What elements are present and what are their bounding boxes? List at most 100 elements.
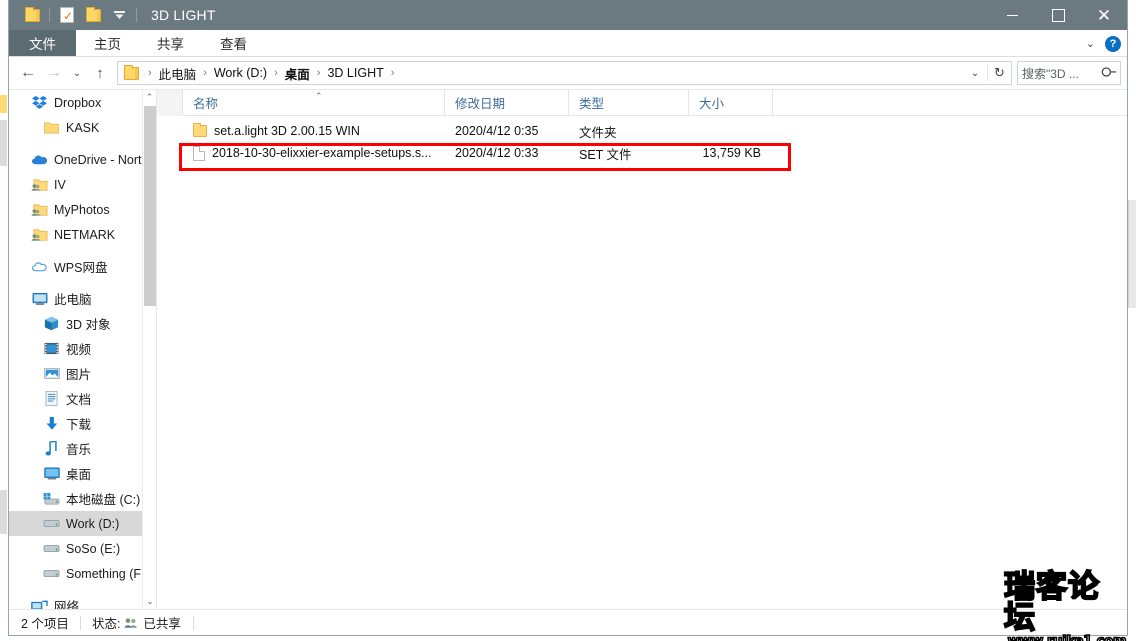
refresh-icon[interactable]: ↻ (987, 65, 1011, 81)
3d-objects-icon (43, 315, 60, 332)
sidebar-group-gap (9, 279, 156, 286)
sidebar-item-kask[interactable]: KASK (9, 115, 156, 140)
sidebar-item-local-disk-c[interactable]: 本地磁盘 (C:) (9, 486, 156, 511)
column-header-name[interactable]: 名称 ⌃ (183, 90, 445, 116)
screenshot-root: ✓ 3D LIGHT ✕ 文件 主页 共享 查看 ⌄ ? (0, 0, 1136, 641)
breadcrumb-desktop[interactable]: 桌面 (283, 64, 312, 83)
file-list-pane[interactable]: 名称 ⌃ 修改日期 类型 大小 (157, 90, 1127, 609)
folder-icon[interactable] (19, 2, 45, 28)
sidebar-item-videos[interactable]: 视频 (9, 336, 156, 361)
background-window-fragment-3 (0, 95, 7, 113)
address-bar[interactable]: › 此电脑 › Work (D:) › 桌面 › 3D LIGHT › ⌄ ↻ (117, 61, 1012, 85)
sidebar-item-onedrive[interactable]: OneDrive - Nort (9, 147, 156, 172)
sort-ascending-icon: ⌃ (315, 91, 323, 102)
music-icon (43, 440, 60, 457)
customize-qat-caret-icon[interactable] (106, 2, 132, 28)
sidebar-item-desktop[interactable]: 桌面 (9, 461, 156, 486)
up-button[interactable]: ↑ (87, 60, 113, 86)
sidebar-item-label: 音乐 (66, 439, 91, 458)
sidebar-item-iv[interactable]: IV (9, 172, 156, 197)
wps-cloud-icon (31, 258, 48, 275)
tab-file[interactable]: 文件 (9, 30, 76, 56)
new-folder-icon[interactable] (80, 2, 106, 28)
qat-divider (49, 8, 50, 22)
sidebar-item-this-pc[interactable]: 此电脑 (9, 286, 156, 311)
column-header-label: 大小 (699, 93, 724, 112)
sidebar-item-downloads[interactable]: 下载 (9, 411, 156, 436)
shared-folder-icon (31, 226, 48, 243)
sidebar-item-netmark[interactable]: NETMARK (9, 222, 156, 247)
sidebar-item-label: KASK (66, 121, 99, 135)
sidebar-item-dropbox[interactable]: Dropbox (9, 90, 156, 115)
maximize-button[interactable] (1035, 0, 1081, 30)
breadcrumb-separator: › (386, 67, 400, 79)
sidebar-item-music[interactable]: 音乐 (9, 436, 156, 461)
file-type-cell: 文件夹 (569, 120, 689, 142)
file-date-cell: 2020/4/12 0:33 (445, 142, 569, 164)
status-label: 状态: (92, 613, 120, 632)
quick-access-toolbar: ✓ (9, 2, 141, 28)
folder-icon-breadcrumb (124, 67, 139, 80)
folder-icon (193, 125, 207, 137)
breadcrumb-3d-light[interactable]: 3D LIGHT (325, 66, 385, 80)
help-icon[interactable]: ? (1105, 36, 1121, 52)
sidebar-item-3d-objects[interactable]: 3D 对象 (9, 311, 156, 336)
viewer-scrollbar[interactable] (1128, 0, 1136, 641)
sidebar-item-label: 图片 (66, 364, 91, 383)
address-bar-right-controls: ⌄ ↻ (963, 62, 1011, 84)
column-header-size[interactable]: 大小 (689, 90, 773, 116)
watermark-chinese-text: 瑞客论坛 (1004, 572, 1130, 634)
videos-icon (43, 340, 60, 357)
title-bar: ✓ 3D LIGHT ✕ (9, 0, 1127, 30)
back-button[interactable]: ← (15, 60, 41, 86)
sidebar-item-label: Something (F:) (66, 567, 149, 581)
file-explorer-window: ✓ 3D LIGHT ✕ 文件 主页 共享 查看 ⌄ ? (8, 0, 1128, 636)
search-input[interactable]: 搜索"3D ... (1022, 65, 1103, 82)
recent-locations-icon[interactable]: ⌄ (67, 60, 87, 86)
tab-share[interactable]: 共享 (139, 30, 202, 56)
address-history-icon[interactable]: ⌄ (963, 68, 987, 79)
chevron-down-icon[interactable]: ⌄ (1086, 37, 1095, 50)
sidebar-group-gap (9, 247, 156, 254)
breadcrumb-separator: › (269, 67, 283, 79)
column-header-date[interactable]: 修改日期 (445, 90, 569, 116)
forward-button[interactable]: → (41, 60, 67, 86)
tab-home[interactable]: 主页 (76, 30, 139, 56)
table-row[interactable]: set.a.light 3D 2.00.15 WIN 2020/4/12 0:3… (157, 120, 1127, 142)
breadcrumb-work-d[interactable]: Work (D:) (212, 66, 269, 80)
minimize-button[interactable] (989, 0, 1035, 30)
column-header-type[interactable]: 类型 (569, 90, 689, 116)
shared-folder-icon (31, 201, 48, 218)
sidebar-item-pictures[interactable]: 图片 (9, 361, 156, 386)
properties-icon[interactable]: ✓ (54, 2, 80, 28)
background-window-fragment-1 (0, 120, 7, 166)
file-name-cell[interactable]: 2018-10-30-elixxier-example-setups.s... (183, 142, 445, 164)
breadcrumb-this-pc[interactable]: 此电脑 (157, 64, 199, 83)
viewer-scrollbar-thumb[interactable] (1128, 200, 1136, 308)
scroll-down-icon[interactable]: ⌄ (143, 594, 157, 609)
tab-view[interactable]: 查看 (202, 30, 265, 56)
desktop-icon (43, 465, 60, 482)
scroll-up-icon[interactable]: ⌃ (143, 90, 156, 105)
this-pc-icon (31, 290, 48, 307)
close-button[interactable]: ✕ (1081, 0, 1127, 30)
shared-folder-icon (31, 176, 48, 193)
sidebar-item-documents[interactable]: 文档 (9, 386, 156, 411)
sidebar-scrollbar-thumb[interactable] (144, 106, 156, 306)
sidebar-item-network[interactable]: 网络 (9, 593, 156, 609)
sidebar-item-label: 文档 (66, 389, 91, 408)
column-header-label: 名称 (193, 93, 218, 112)
sidebar-item-work-d[interactable]: Work (D:) (9, 511, 156, 536)
sidebar-scrollbar[interactable]: ⌃ ⌄ (142, 90, 156, 609)
search-box[interactable]: 搜索"3D ... (1017, 61, 1121, 85)
sidebar-item-something-f[interactable]: Something (F:) (9, 561, 156, 586)
breadcrumb-separator: › (312, 67, 326, 79)
sidebar-item-soso-e[interactable]: SoSo (E:) (9, 536, 156, 561)
address-bar-row: ← → ⌄ ↑ › 此电脑 › Work (D:) › 桌面 › 3D LIGH… (9, 57, 1127, 89)
column-header-spacer (157, 90, 183, 116)
table-row[interactable]: 2018-10-30-elixxier-example-setups.s... … (157, 142, 1127, 164)
file-size-cell (689, 120, 773, 142)
sidebar-item-wps-cloud[interactable]: WPS网盘 (9, 254, 156, 279)
file-name-cell[interactable]: set.a.light 3D 2.00.15 WIN (183, 120, 445, 142)
sidebar-item-myphotos[interactable]: MyPhotos (9, 197, 156, 222)
